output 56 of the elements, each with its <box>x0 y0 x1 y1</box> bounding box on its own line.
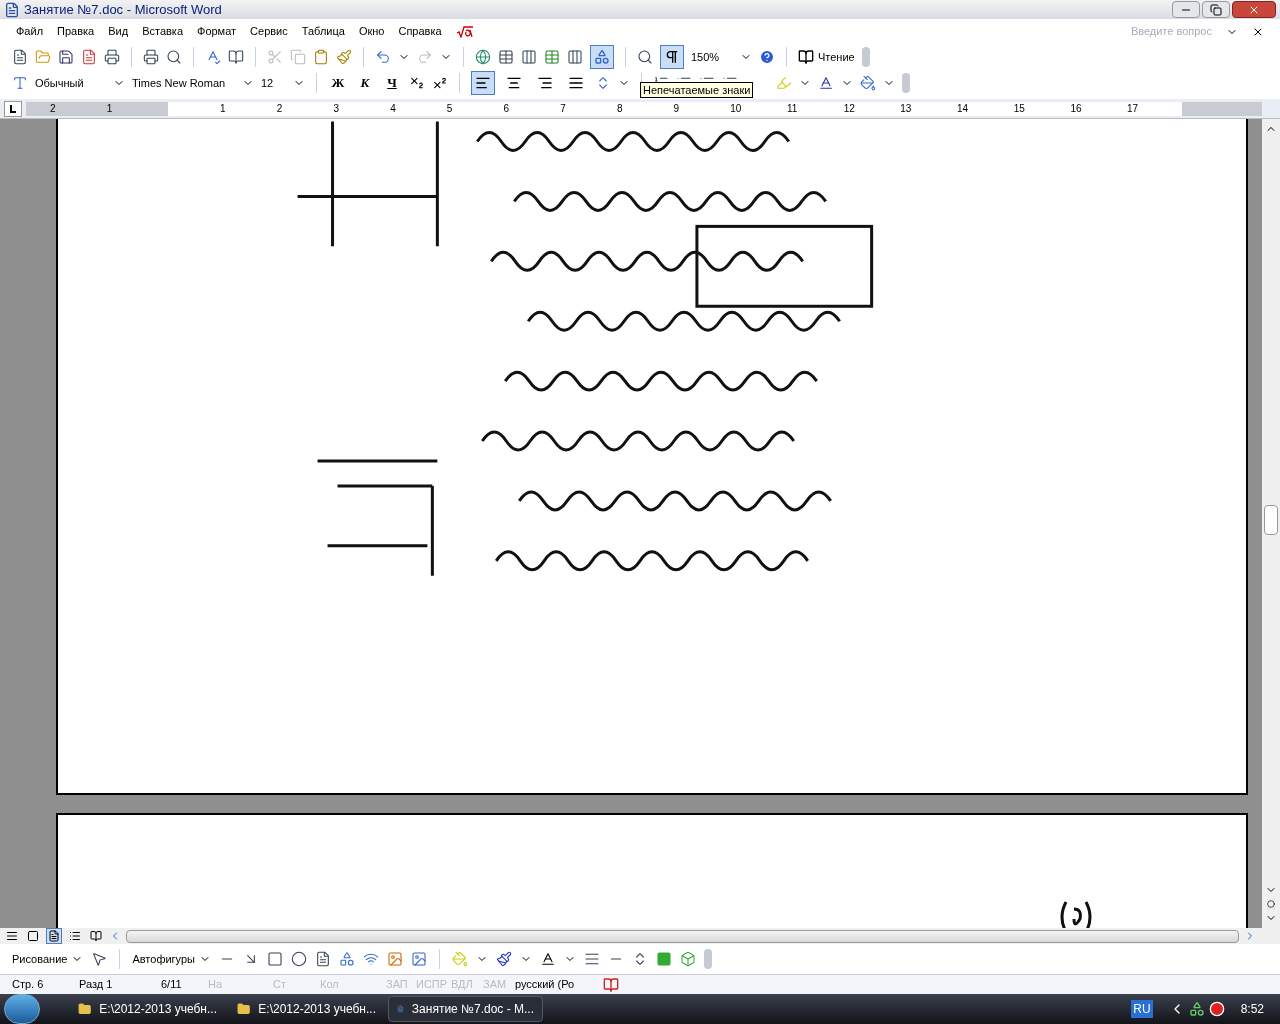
taskbar-button[interactable]: E:\2012-2013 учебн... <box>229 996 384 1022</box>
ruler-number: 2 <box>50 103 56 114</box>
taskbar-button[interactable]: E:\2012-2013 учебн... <box>70 996 225 1022</box>
menu-item[interactable]: Таблица <box>301 23 345 40</box>
ruler-number: 6 <box>503 103 510 114</box>
status-field: ЗАМ <box>483 976 515 993</box>
font-dropdown[interactable]: Times New Roman <box>132 74 254 92</box>
ruler-number: 14 <box>957 103 969 114</box>
ruler-number: 1 <box>106 103 113 114</box>
font-size-dropdown[interactable]: 12 <box>261 74 305 92</box>
autoshapes-menu[interactable]: Автофигуры <box>132 950 211 968</box>
ruler-number: 5 <box>446 103 453 114</box>
ruler-number: 7 <box>560 103 566 114</box>
clock[interactable]: 8:52 <box>1240 1000 1264 1018</box>
status-field: ЗАП <box>386 976 416 993</box>
ruler-number: 11 <box>786 103 798 114</box>
taskbar-button[interactable]: Занятие №7.doc - М... <box>388 996 543 1022</box>
ruler-number: 13 <box>900 103 912 114</box>
zoom-field[interactable]: 150% <box>691 48 733 66</box>
menu-item[interactable]: Формат <box>197 23 237 40</box>
menu-item[interactable]: Справка <box>398 23 442 40</box>
ruler-number: 17 <box>1127 103 1139 114</box>
menu-item[interactable]: Файл <box>16 23 44 40</box>
menu-item[interactable]: Вставка <box>142 23 183 40</box>
ruler-number: 16 <box>1070 103 1082 114</box>
style-dropdown[interactable]: Обычный <box>35 74 125 92</box>
language-indicator[interactable]: RU <box>1131 1000 1153 1018</box>
ruler-number: 4 <box>390 103 396 114</box>
status-field: русский (Ро <box>515 976 595 993</box>
menu-item[interactable]: Вид <box>108 23 129 40</box>
menu-item[interactable]: Правка <box>57 23 95 40</box>
status-field: Ст <box>273 976 320 993</box>
ruler-number: 9 <box>673 103 680 114</box>
status-field: 6/11 <box>161 976 208 993</box>
status-field: Кол <box>320 976 386 993</box>
ruler-number: 1 <box>220 103 226 114</box>
italic-button[interactable]: К <box>355 73 375 93</box>
ruler-number: 3 <box>333 103 339 114</box>
reading-button[interactable]: Чтение <box>798 48 855 66</box>
drawing-menu[interactable]: Рисование <box>12 950 84 968</box>
tooltip: Непечатаемые знаки <box>640 82 754 98</box>
ruler-number: 15 <box>1013 103 1025 114</box>
ruler-number: 12 <box>843 103 855 114</box>
window-title: Занятие №7.doc - Microsoft Word <box>24 0 222 19</box>
status-field: На <box>208 976 273 993</box>
status-field: ВДЛ <box>451 976 483 993</box>
menu-item[interactable]: Сервис <box>250 23 288 40</box>
ruler-number: 8 <box>616 103 623 114</box>
menu-item[interactable]: Окно <box>358 23 385 40</box>
ruler-number: 10 <box>730 103 742 114</box>
bold-button[interactable]: Ж <box>328 73 348 93</box>
ruler-number: 2 <box>276 103 283 114</box>
status-field: ИСПР <box>416 976 451 993</box>
status-field: Стр. 6 <box>12 976 79 993</box>
status-field: Разд 1 <box>79 976 161 993</box>
underline-button[interactable]: Ч <box>382 73 402 93</box>
